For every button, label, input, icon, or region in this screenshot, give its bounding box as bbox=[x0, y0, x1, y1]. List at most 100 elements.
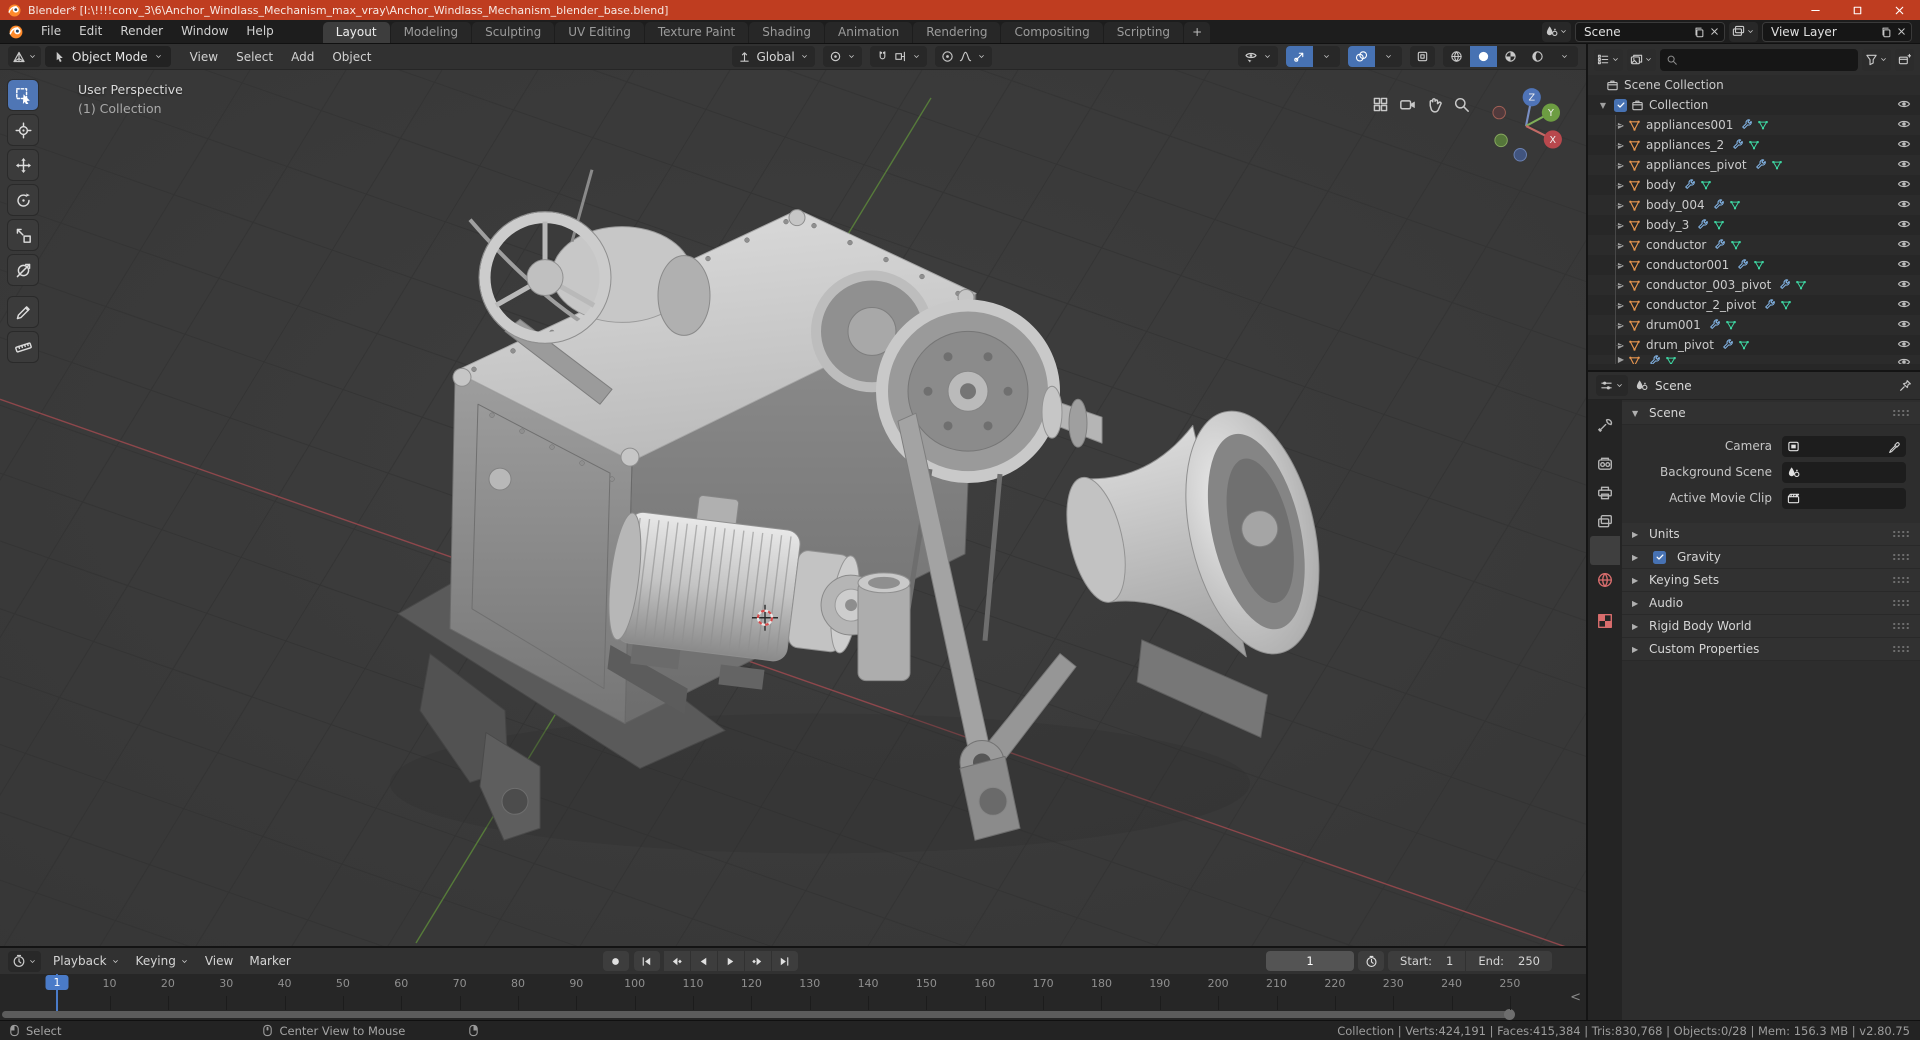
copy-icon[interactable] bbox=[1880, 26, 1892, 38]
jump-last-button[interactable] bbox=[771, 951, 798, 971]
property-field-active-movie-clip[interactable] bbox=[1782, 487, 1906, 509]
workspace-tab-shading[interactable]: Shading bbox=[749, 22, 824, 43]
panel-header-scene[interactable]: ▼ Scene bbox=[1622, 402, 1920, 425]
panel-header-units[interactable]: ▶ Units bbox=[1622, 523, 1920, 546]
visibility-eye-toggle[interactable] bbox=[1897, 297, 1911, 314]
visibility-eye-toggle[interactable] bbox=[1897, 277, 1911, 294]
outliner-row-body_004[interactable]: ▶body_004 bbox=[1588, 195, 1920, 215]
next-keyframe-button[interactable] bbox=[744, 951, 771, 971]
outliner-row-drum_pivot[interactable]: ▶drum_pivot bbox=[1588, 335, 1920, 355]
workspace-tab-scripting[interactable]: Scripting bbox=[1103, 22, 1184, 43]
tool-annotate-button[interactable] bbox=[8, 297, 38, 327]
viewport-menu-select[interactable]: Select bbox=[227, 44, 282, 70]
outliner-filter-id-dropdown[interactable] bbox=[1627, 48, 1656, 71]
menu-render[interactable]: Render bbox=[111, 20, 172, 43]
outliner-row-scene-collection[interactable]: Scene Collection bbox=[1588, 75, 1920, 95]
timeline-menu-playback[interactable]: Playback bbox=[45, 954, 128, 968]
use-preview-range-button[interactable] bbox=[1358, 951, 1385, 971]
close-icon[interactable] bbox=[1896, 26, 1907, 37]
panel-header-keying-sets[interactable]: ▶ Keying Sets bbox=[1622, 569, 1920, 592]
properties-tab-world[interactable] bbox=[1590, 565, 1620, 594]
properties-tab-scene[interactable] bbox=[1590, 536, 1620, 565]
tool-box-select-button[interactable] bbox=[8, 80, 38, 110]
property-field-camera[interactable] bbox=[1782, 435, 1906, 457]
pivot-point-dropdown[interactable] bbox=[822, 46, 862, 67]
outliner-row-appliances_pivot[interactable]: ▶appliances_pivot bbox=[1588, 155, 1920, 175]
properties-editor-type-button[interactable] bbox=[1596, 375, 1628, 396]
viewport-grid-button[interactable] bbox=[1372, 96, 1389, 117]
outliner-row-appliances001[interactable]: ▶appliances001 bbox=[1588, 115, 1920, 135]
gizmo-minus-y[interactable] bbox=[1494, 133, 1508, 148]
viewport-menu-view[interactable]: View bbox=[181, 44, 227, 70]
view-layer-selector[interactable]: View Layer bbox=[1762, 21, 1912, 42]
outliner-display-mode-dropdown[interactable] bbox=[1594, 48, 1623, 71]
visibility-eye-toggle[interactable] bbox=[1897, 177, 1911, 194]
shading-rendered[interactable] bbox=[1524, 46, 1551, 67]
workspace-tab-layout[interactable]: Layout bbox=[322, 22, 390, 43]
menu-edit[interactable]: Edit bbox=[70, 20, 111, 43]
outliner-row-conductor_003_pivot[interactable]: ▶conductor_003_pivot bbox=[1588, 275, 1920, 295]
show-overlays-toggle[interactable] bbox=[1348, 46, 1375, 67]
visibility-eye-toggle[interactable] bbox=[1897, 217, 1911, 234]
menu-help[interactable]: Help bbox=[237, 20, 282, 43]
editor-type-button[interactable] bbox=[8, 46, 41, 67]
workspace-tab-sculpting[interactable]: Sculpting bbox=[472, 22, 555, 43]
3d-viewport[interactable]: User Perspective (1) Collection Z Y X bbox=[0, 70, 1586, 946]
tool-scale-button[interactable] bbox=[8, 220, 38, 250]
outliner-row-partial[interactable]: ▶ bbox=[1588, 355, 1920, 364]
outliner-row-drum001[interactable]: ▶drum001 bbox=[1588, 315, 1920, 335]
timeline-menu-keying[interactable]: Keying bbox=[128, 954, 197, 968]
visibility-eye-toggle[interactable] bbox=[1897, 355, 1911, 364]
play-button[interactable] bbox=[717, 951, 744, 971]
close-button[interactable] bbox=[1878, 0, 1920, 20]
close-icon[interactable] bbox=[1709, 26, 1720, 37]
tool-transform-button[interactable] bbox=[8, 255, 38, 285]
outliner-search-input[interactable] bbox=[1660, 48, 1858, 71]
gizmo-minus-z[interactable] bbox=[1513, 148, 1527, 162]
outliner-row-conductor_2_pivot[interactable]: ▶conductor_2_pivot bbox=[1588, 295, 1920, 315]
visibility-eye-toggle[interactable] bbox=[1897, 237, 1911, 254]
viewport-menu-add[interactable]: Add bbox=[282, 44, 323, 70]
panel-header-audio[interactable]: ▶ Audio bbox=[1622, 592, 1920, 615]
visibility-eye-toggle[interactable] bbox=[1897, 137, 1911, 154]
workspace-tab-modeling[interactable]: Modeling bbox=[390, 22, 472, 43]
visibility-eye-toggle[interactable] bbox=[1897, 97, 1911, 114]
shading-solid[interactable] bbox=[1470, 46, 1497, 67]
start-frame-field[interactable]: Start: 1 bbox=[1388, 951, 1466, 971]
outliner-row-collection[interactable]: ▼ Collection bbox=[1588, 95, 1920, 115]
tool-move-button[interactable] bbox=[8, 150, 38, 180]
show-gizmo-dropdown[interactable] bbox=[1313, 46, 1340, 67]
navigation-gizmo[interactable]: Z Y X bbox=[1480, 80, 1572, 172]
timeline-editor-type-button[interactable] bbox=[8, 950, 41, 972]
visibility-eye-toggle[interactable] bbox=[1897, 337, 1911, 354]
workspace-tab-texture-paint[interactable]: Texture Paint bbox=[644, 22, 749, 43]
record-button[interactable] bbox=[602, 951, 629, 971]
viewport-zoom-button[interactable] bbox=[1453, 96, 1470, 117]
current-frame-badge[interactable]: 1 bbox=[45, 975, 69, 990]
panel-header-rigid-body-world[interactable]: ▶ Rigid Body World bbox=[1622, 615, 1920, 638]
xray-toggle[interactable] bbox=[1410, 46, 1435, 67]
outliner-row-appliances_2[interactable]: ▶appliances_2 bbox=[1588, 135, 1920, 155]
show-gizmo-toggle[interactable] bbox=[1286, 46, 1313, 67]
properties-tab-tool[interactable] bbox=[1590, 410, 1620, 439]
proportional-editing-controls[interactable] bbox=[934, 46, 992, 67]
visibility-dropdown[interactable] bbox=[1238, 46, 1278, 67]
maximize-button[interactable] bbox=[1836, 0, 1878, 20]
mode-selector[interactable]: Object Mode bbox=[45, 46, 171, 67]
visibility-eye-toggle[interactable] bbox=[1897, 257, 1911, 274]
tool-measure-button[interactable] bbox=[8, 332, 38, 362]
scene-type-dropdown[interactable] bbox=[1542, 21, 1571, 42]
transform-orientation-dropdown[interactable]: Global bbox=[732, 46, 815, 67]
prev-keyframe-button[interactable] bbox=[663, 951, 690, 971]
scene-selector[interactable]: Scene bbox=[1575, 21, 1725, 42]
copy-icon[interactable] bbox=[1693, 26, 1705, 38]
outliner-row-body[interactable]: ▶body bbox=[1588, 175, 1920, 195]
show-overlays-dropdown[interactable] bbox=[1375, 46, 1402, 67]
timeline-menu-view[interactable]: View bbox=[197, 954, 241, 968]
properties-tab-texture[interactable] bbox=[1590, 606, 1620, 635]
visibility-eye-toggle[interactable] bbox=[1897, 117, 1911, 134]
minimize-button[interactable] bbox=[1794, 0, 1836, 20]
tool-rotate-button[interactable] bbox=[8, 185, 38, 215]
viewport-camera-button[interactable] bbox=[1399, 96, 1416, 117]
outliner-row-conductor001[interactable]: ▶conductor001 bbox=[1588, 255, 1920, 275]
